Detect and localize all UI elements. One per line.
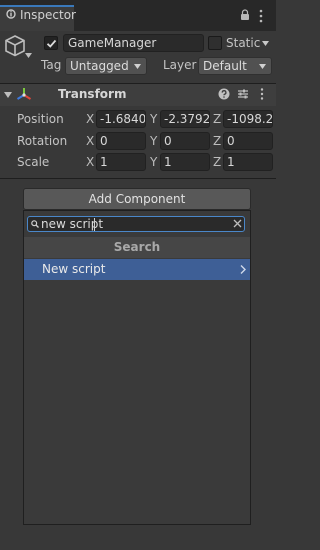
search-results-header: Search [24, 237, 250, 258]
axis-label-y: Y [150, 155, 158, 169]
search-icon [31, 220, 39, 228]
axis-label-x: X [86, 155, 95, 169]
rotation-z-field[interactable]: 0 [223, 132, 273, 150]
search-result-label: New script [42, 262, 106, 276]
position-x-field[interactable]: -1.6840 [96, 110, 146, 128]
chevron-down-icon[interactable] [262, 41, 269, 46]
inspector-icon [6, 9, 16, 19]
foldout-arrow-icon[interactable] [4, 91, 12, 99]
tab-label: Inspector [20, 8, 76, 22]
chevron-down-icon[interactable] [25, 53, 32, 58]
scale-label: Scale [17, 155, 50, 169]
axis-label-y: Y [150, 112, 158, 126]
rotation-y-field[interactable]: 0 [160, 132, 210, 150]
scale-x-field[interactable]: 1 [96, 153, 146, 171]
tag-label: Tag [41, 58, 62, 72]
position-z-field[interactable]: -1098.2 [223, 110, 273, 128]
help-icon[interactable] [218, 88, 230, 100]
clear-icon[interactable] [233, 219, 242, 228]
preset-icon[interactable] [237, 88, 249, 100]
add-component-button[interactable]: Add Component [23, 188, 251, 210]
scale-z-field[interactable]: 1 [223, 153, 273, 171]
kebab-menu-icon[interactable] [259, 9, 263, 23]
active-checkbox[interactable] [44, 36, 58, 50]
separator [0, 178, 276, 179]
gameobject-cube-icon[interactable] [4, 34, 26, 58]
axis-label-x: X [86, 134, 95, 148]
chevron-down-icon [259, 64, 266, 69]
position-y-field[interactable]: -2.3792 [160, 110, 210, 128]
axis-label-z: Z [213, 155, 222, 169]
axis-label-y: Y [150, 134, 158, 148]
axis-label-x: X [86, 112, 95, 126]
axis-label-z: Z [213, 134, 222, 148]
gameobject-name-field[interactable]: GameManager [63, 34, 204, 52]
layer-dropdown[interactable]: Default [198, 57, 272, 75]
tag-value: Untagged [70, 59, 129, 73]
transform-title: Transform [58, 87, 127, 101]
transform-icon [16, 88, 32, 100]
layer-value: Default [203, 59, 247, 73]
static-label: Static [226, 36, 261, 50]
static-checkbox[interactable] [208, 36, 222, 50]
checkmark-icon [46, 39, 57, 48]
chevron-right-icon [240, 265, 246, 274]
kebab-menu-icon[interactable] [260, 88, 264, 100]
axis-label-z: Z [213, 112, 222, 126]
text-caret [94, 218, 95, 231]
position-label: Position [17, 112, 64, 126]
layer-label: Layer [163, 58, 197, 72]
rotation-x-field[interactable]: 0 [96, 132, 146, 150]
lock-icon[interactable] [240, 9, 250, 21]
chevron-down-icon [134, 64, 141, 69]
rotation-label: Rotation [17, 134, 68, 148]
tag-dropdown[interactable]: Untagged [65, 57, 147, 75]
scale-y-field[interactable]: 1 [160, 153, 210, 171]
transform-header[interactable] [0, 84, 276, 106]
